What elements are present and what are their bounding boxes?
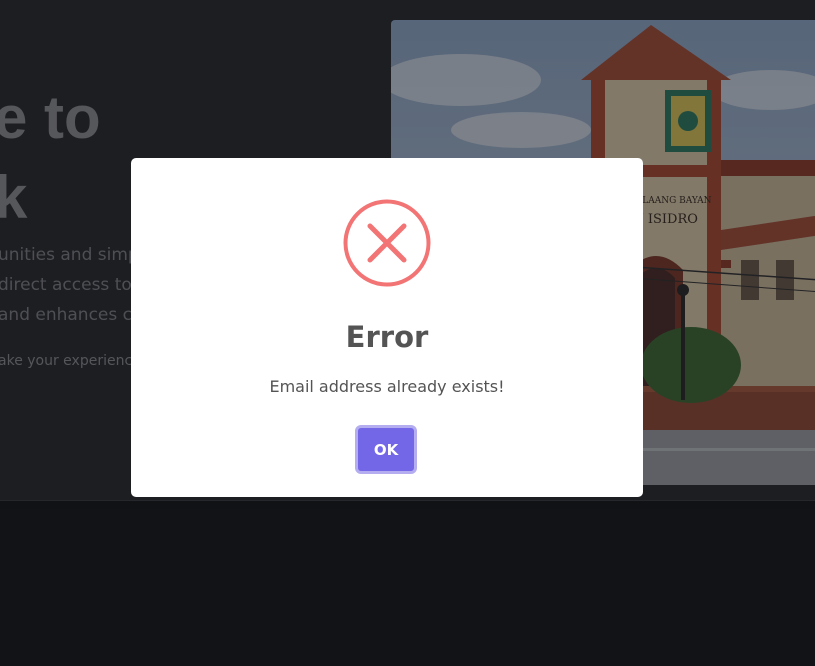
error-x-icon xyxy=(343,199,431,287)
ok-button[interactable]: OK xyxy=(355,425,417,474)
dialog-title: Error xyxy=(345,320,429,354)
error-dialog: Error Email address already exists! OK xyxy=(131,158,643,497)
dialog-message: Email address already exists! xyxy=(269,377,505,396)
page: e to k unities and simp direct access to… xyxy=(0,0,815,666)
